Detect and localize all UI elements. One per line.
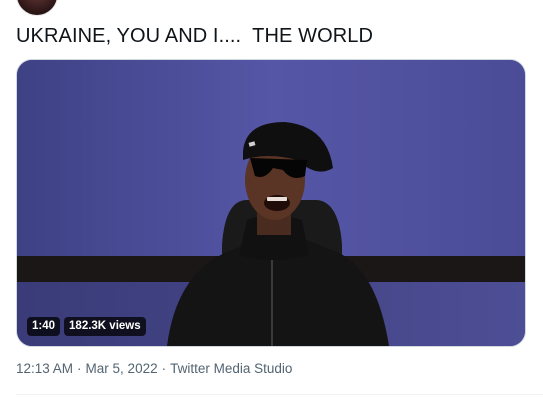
- author-avatar[interactable]: [16, 0, 58, 16]
- video-thumbnail: [17, 60, 525, 346]
- tweet-detail: UKRAINE, YOU AND I.... THE WORLD 1:40 18…: [0, 0, 543, 400]
- divider: [16, 394, 543, 395]
- tweet-date[interactable]: Mar 5, 2022: [86, 361, 158, 376]
- tweet-source[interactable]: Twitter Media Studio: [170, 361, 292, 376]
- tweet-metadata: 12:13 AM · Mar 5, 2022 · Twitter Media Studi…: [16, 361, 292, 376]
- video-badges: 1:40 182.3K views: [27, 317, 146, 336]
- separator-dot: ·: [161, 361, 167, 376]
- video-views: 182.3K views: [64, 317, 146, 336]
- video-player[interactable]: 1:40 182.3K views: [16, 59, 526, 347]
- video-duration: 1:40: [27, 317, 61, 336]
- separator-dot: ·: [77, 361, 82, 376]
- tweet-text: UKRAINE, YOU AND I.... THE WORLD: [16, 25, 374, 47]
- tweet-time[interactable]: 12:13 AM: [16, 361, 73, 376]
